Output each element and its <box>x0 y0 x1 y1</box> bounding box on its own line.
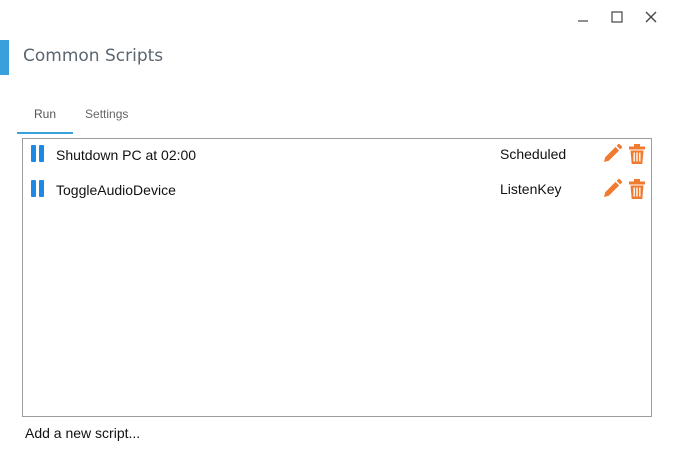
tab-run[interactable]: Run <box>17 100 74 134</box>
list-item[interactable]: ToggleAudioDevice ListenKey <box>23 174 651 204</box>
title-accent-bar <box>0 40 9 75</box>
minimize-icon <box>578 20 588 22</box>
pause-icon[interactable] <box>31 145 45 163</box>
script-name: Shutdown PC at 02:00 <box>56 147 197 163</box>
minimize-button[interactable] <box>566 6 600 28</box>
maximize-button[interactable] <box>600 6 634 28</box>
page-title: Common Scripts <box>23 46 164 66</box>
script-trigger: ListenKey <box>500 181 562 197</box>
maximize-icon <box>611 11 623 23</box>
window-controls <box>566 6 668 28</box>
script-list[interactable]: Shutdown PC at 02:00 Scheduled ToggleAud… <box>22 138 652 417</box>
trash-icon[interactable] <box>628 143 646 165</box>
pencil-icon[interactable] <box>601 178 623 200</box>
pencil-icon[interactable] <box>601 143 623 165</box>
trash-icon[interactable] <box>628 178 646 200</box>
add-script-link[interactable]: Add a new script... <box>25 425 140 441</box>
script-trigger: Scheduled <box>500 146 567 162</box>
close-icon <box>645 11 657 23</box>
tab-settings[interactable]: Settings <box>73 100 145 134</box>
list-item[interactable]: Shutdown PC at 02:00 Scheduled <box>23 139 651 169</box>
close-button[interactable] <box>634 6 668 28</box>
tab-bar: Run Settings <box>17 100 145 134</box>
script-name: ToggleAudioDevice <box>56 182 176 198</box>
pause-icon[interactable] <box>31 180 45 198</box>
main-window: Common Scripts Run Settings Shutdown PC … <box>0 0 674 451</box>
